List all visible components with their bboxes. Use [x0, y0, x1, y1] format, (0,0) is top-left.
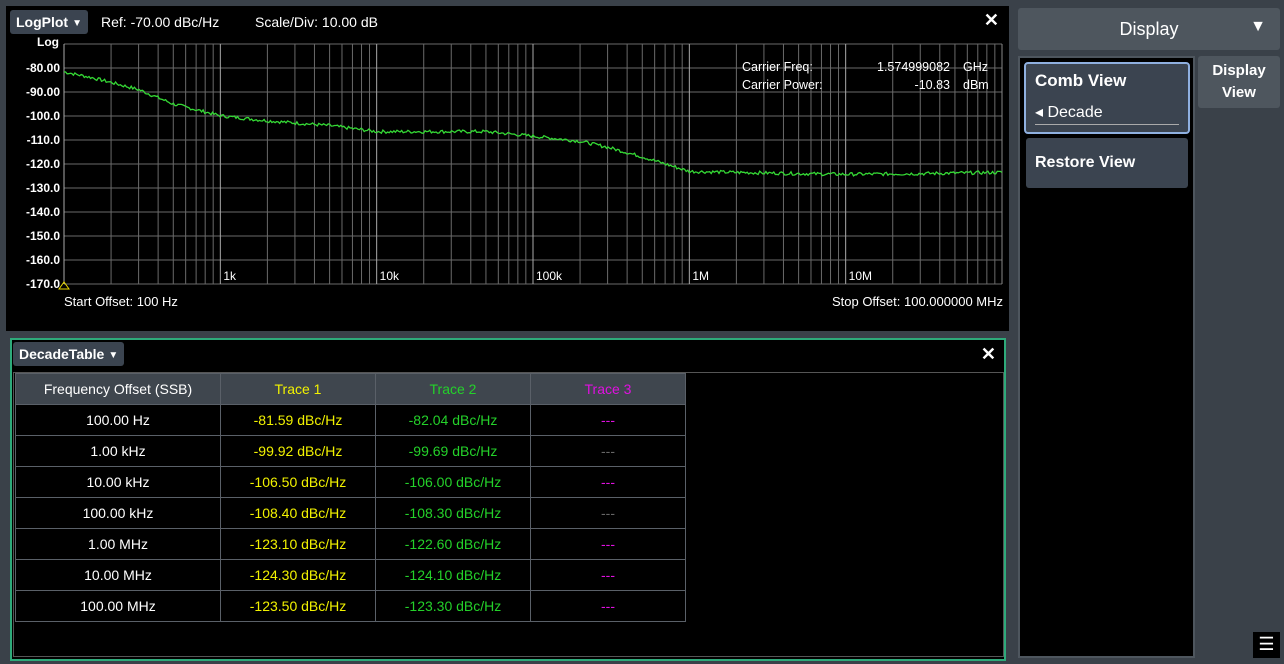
trace-1-cell: -124.30 dBc/Hz [220, 559, 376, 591]
trace-3-cell: --- [530, 404, 686, 436]
tab-display-view-line2: View [1222, 84, 1256, 101]
trace-1-cell: -81.59 dBc/Hz [220, 404, 376, 436]
x-axis-labels: 1k 10k 100k 1M 10M [223, 269, 872, 283]
trace-3-cell: --- [530, 497, 686, 529]
y-tick-label: -130.0 [26, 181, 60, 195]
y-axis-labels: -80.00 -90.00 -100.0 -110.0 -120.0 -130.0 -140… [26, 61, 60, 291]
y-tick-label: -90.00 [26, 85, 60, 99]
trace-1-cell: -99.92 dBc/Hz [220, 435, 376, 467]
chevron-down-icon: ▼ [72, 18, 83, 29]
carrier-power-value: -10.83 [915, 78, 950, 92]
x-tick-label: 1M [692, 269, 709, 283]
x-tick-label: 1k [223, 269, 237, 283]
y-tick-label: -120.0 [26, 157, 60, 171]
menu-collapse-icon[interactable]: ☰ [1253, 632, 1280, 658]
trace-2-cell: -106.00 dBc/Hz [375, 466, 531, 498]
stop-offset-label: Stop Offset: 100.000000 MHz [831, 294, 1003, 309]
decade-table-menu-button[interactable]: DecadeTable ▼ [13, 342, 125, 366]
offset-cell: 10.00 MHz [15, 559, 221, 591]
header-trace-3[interactable]: Trace 3 [530, 373, 686, 405]
comb-view-label: Comb View [1035, 71, 1127, 90]
tab-display-view[interactable]: Display View [1198, 56, 1280, 108]
display-menu-title: Display [1119, 19, 1179, 39]
restore-view-button[interactable]: Restore View [1026, 138, 1188, 188]
log-plot-header: LogPlot ▼ Ref: -70.00 dBc/Hz Scale/Div: 1… [6, 6, 1009, 36]
decade-table: Frequency Offset (SSB) Trace 1 Trace 2 T… [15, 373, 686, 622]
ref-level-text: Ref: -70.00 dBc/Hz [101, 14, 220, 30]
table-row: 100.00 Hz -81.59 dBc/Hz -82.04 dBc/Hz --… [15, 404, 686, 436]
decade-table-menu-label: DecadeTable [19, 346, 105, 362]
carrier-freq-unit: GHz [963, 60, 988, 74]
table-row: 10.00 kHz -106.50 dBc/Hz -106.00 dBc/Hz … [15, 466, 686, 498]
offset-cell: 100.00 MHz [15, 590, 221, 622]
table-row: 100.00 MHz -123.50 dBc/Hz -123.30 dBc/Hz… [15, 590, 686, 622]
offset-cell: 100.00 Hz [15, 404, 221, 436]
tab-display-view-line1: Display [1212, 62, 1266, 79]
table-row: 10.00 MHz -124.30 dBc/Hz -124.10 dBc/Hz … [15, 559, 686, 591]
trace-3-cell: --- [530, 466, 686, 498]
table-row: 1.00 MHz -123.10 dBc/Hz -122.60 dBc/Hz -… [15, 528, 686, 560]
carrier-power-label: Carrier Power: [742, 78, 823, 92]
header-frequency-offset[interactable]: Frequency Offset (SSB) [15, 373, 221, 405]
header-trace-1[interactable]: Trace 1 [220, 373, 376, 405]
close-icon[interactable]: ✕ [981, 344, 996, 365]
decade-table-window: DecadeTable ▼ ✕ Frequency Offset (SSB) Tr… [10, 338, 1006, 661]
trace-2-cell: -122.60 dBc/Hz [375, 528, 531, 560]
offset-cell: 1.00 MHz [15, 528, 221, 560]
x-tick-label: 10k [380, 269, 400, 283]
plot-grid [63, 43, 1003, 285]
y-tick-label: -150.0 [26, 229, 60, 243]
trace-2-cell: -124.10 dBc/Hz [375, 559, 531, 591]
y-tick-label: -140.0 [26, 205, 60, 219]
carrier-power-unit: dBm [963, 78, 989, 92]
y-tick-label: -80.00 [26, 61, 60, 75]
table-row: 1.00 kHz -99.92 dBc/Hz -99.69 dBc/Hz --- [15, 435, 686, 467]
chevron-down-icon: ▼ [108, 350, 119, 361]
comb-view-selector[interactable]: Comb View ◂ Decade [1024, 62, 1190, 134]
trace-3-cell: --- [530, 559, 686, 591]
y-tick-label: -110.0 [27, 133, 61, 147]
x-tick-label: 100k [536, 269, 563, 283]
log-plot-menu-label: LogPlot [16, 14, 69, 30]
log-plot-window: LogPlot ▼ Ref: -70.00 dBc/Hz Scale/Div: 1… [6, 6, 1009, 331]
trace-2-cell: -82.04 dBc/Hz [375, 404, 531, 436]
offset-cell: 10.00 kHz [15, 466, 221, 498]
trace-1-cell: -123.50 dBc/Hz [220, 590, 376, 622]
offset-cell: 100.00 kHz [15, 497, 221, 529]
log-plot-chart[interactable]: -80.00 -90.00 -100.0 -110.0 -120.0 -130.0 -140… [6, 36, 1009, 294]
trace-2-cell: -123.30 dBc/Hz [375, 590, 531, 622]
offset-cell: 1.00 kHz [15, 435, 221, 467]
comb-view-value: ◂ Decade [1035, 104, 1103, 121]
trace-2-cell: -99.69 dBc/Hz [375, 435, 531, 467]
scale-per-div-text: Scale/Div: 10.00 dB [255, 14, 378, 30]
carrier-freq-label: Carrier Freq: [742, 60, 813, 74]
trace-1-cell: -106.50 dBc/Hz [220, 466, 376, 498]
start-offset-label: Start Offset: 100 Hz [64, 294, 178, 309]
trace-3-cell: --- [530, 528, 686, 560]
y-tick-label: -160.0 [26, 253, 60, 267]
y-tick-label: -170.0 [26, 277, 60, 291]
trace-1-cell: -108.40 dBc/Hz [220, 497, 376, 529]
chevron-down-icon: ▼ [1250, 18, 1266, 35]
display-menu-dropdown[interactable]: Display ▼ [1018, 8, 1280, 50]
table-header-row: Frequency Offset (SSB) Trace 1 Trace 2 T… [15, 373, 686, 405]
x-tick-label: 10M [849, 269, 872, 283]
carrier-freq-value: 1.574999082 [877, 60, 950, 74]
header-trace-2[interactable]: Trace 2 [375, 373, 531, 405]
y-axis-title: Log [37, 36, 59, 49]
trace-2-cell: -108.30 dBc/Hz [375, 497, 531, 529]
comb-view-underline [1035, 124, 1179, 125]
trace-3-cell: --- [530, 590, 686, 622]
y-tick-label: -100.0 [26, 109, 60, 123]
log-plot-menu-button[interactable]: LogPlot ▼ [10, 10, 89, 34]
trace-1-cell: -123.10 dBc/Hz [220, 528, 376, 560]
trace-3-cell: --- [530, 435, 686, 467]
close-icon[interactable]: ✕ [984, 10, 999, 31]
table-row: 100.00 kHz -108.40 dBc/Hz -108.30 dBc/Hz… [15, 497, 686, 529]
